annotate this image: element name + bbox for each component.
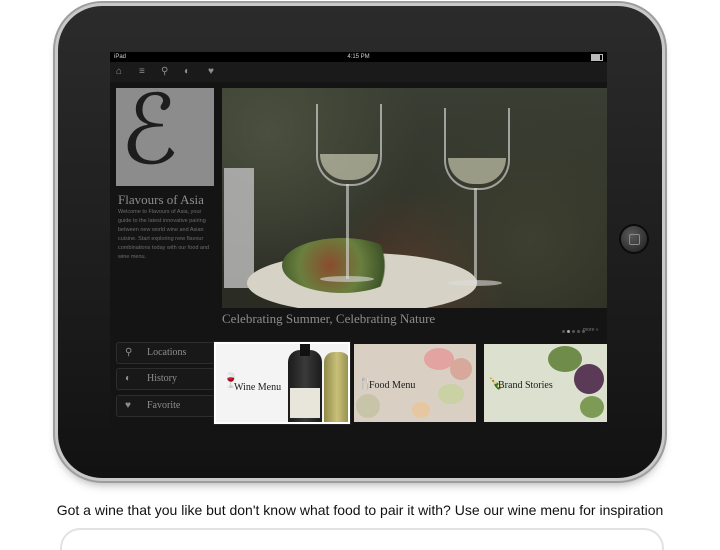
- history-icon[interactable]: ◐: [184, 66, 190, 77]
- brand-title: Flavours of Asia: [118, 192, 204, 207]
- glass-foot-right: [448, 280, 502, 286]
- slide-dot[interactable]: [577, 330, 580, 333]
- food-blob: [438, 384, 464, 404]
- side-item-locations[interactable]: ⚲ Locations: [116, 342, 216, 364]
- tile-wine-menu[interactable]: 🍷 Wine Menu: [214, 342, 350, 424]
- glass-stem-right: [474, 188, 477, 283]
- glass-foot-left: [320, 276, 374, 282]
- more-link[interactable]: more »: [583, 327, 599, 333]
- side-item-favorite[interactable]: ♥ Favorite: [116, 395, 216, 417]
- brand-description: Welcome to Flavours of Asia, your guide …: [118, 209, 210, 260]
- hero-caption: Celebrating Summer, Celebrating Nature: [222, 311, 436, 326]
- tile-food-menu[interactable]: 🍴 Food Menu: [354, 344, 476, 422]
- side-item-label: Favorite: [147, 400, 181, 411]
- grape-cluster: [574, 364, 604, 394]
- ipad-screen: iPad 4:15 PM ⌂ ≡ ⚲ ◐ ♥ ℰ Flavours of Asi…: [110, 52, 607, 428]
- chair-shape: [224, 168, 254, 288]
- tile-label: Food Menu: [369, 380, 416, 391]
- page-caption: Got a wine that you like but don't know …: [56, 502, 664, 518]
- tile-label: Wine Menu: [234, 382, 282, 393]
- tile-label: Brand Stories: [498, 380, 553, 391]
- battery-icon: [591, 54, 603, 61]
- slide-dot[interactable]: [562, 330, 565, 333]
- food-blob: [356, 394, 380, 418]
- hero-image[interactable]: [222, 88, 607, 308]
- status-time: 4:15 PM: [347, 54, 370, 60]
- top-nav: ⌂ ≡ ⚲ ◐ ♥: [110, 62, 607, 82]
- tile-brand-stories[interactable]: 🍾 Brand Stories: [484, 344, 607, 422]
- wine-bottle-label: [290, 388, 320, 418]
- home-button[interactable]: [621, 226, 647, 252]
- side-item-history[interactable]: ◐ History: [116, 368, 216, 390]
- food-blob: [450, 358, 472, 380]
- slide-dot[interactable]: [572, 330, 575, 333]
- grape-leaf: [580, 396, 604, 418]
- wine-bottle-light: [324, 352, 348, 422]
- next-device-outline: [60, 528, 664, 550]
- slide-dot-active[interactable]: [567, 330, 570, 333]
- side-item-label: History: [147, 373, 177, 384]
- food-blob: [412, 402, 430, 418]
- brand-logo: ℰ: [116, 82, 214, 186]
- side-item-label: Locations: [147, 347, 187, 358]
- wine-glass-right: [444, 108, 510, 190]
- heart-icon[interactable]: ♥: [208, 66, 214, 77]
- history-icon: ◐: [125, 373, 132, 384]
- status-bar: iPad 4:15 PM: [110, 52, 607, 62]
- glass-stem-left: [346, 184, 349, 279]
- logo-glyph: ℰ: [120, 74, 179, 186]
- heart-icon: ♥: [125, 400, 131, 411]
- pin-icon: ⚲: [125, 347, 133, 358]
- wine-glass-left: [316, 104, 382, 186]
- salad-shape: [282, 238, 402, 293]
